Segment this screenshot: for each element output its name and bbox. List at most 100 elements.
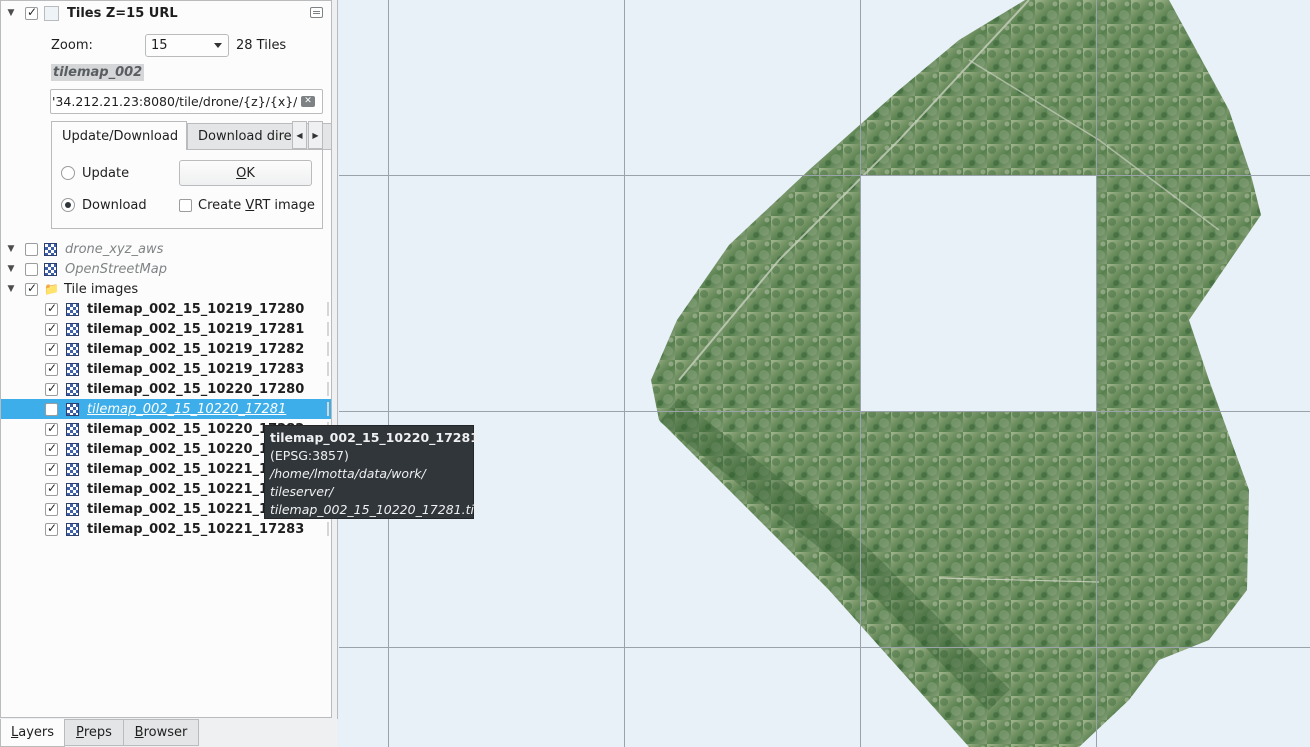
layer-openstreetmap[interactable]: ▼ OpenStreetMap: [5, 259, 167, 279]
raster-layer-icon: [66, 482, 79, 496]
tab-browser[interactable]: Browser: [123, 719, 199, 746]
layer-tooltip: tilemap_002_15_10220_17281 (EPSG:3857) /…: [264, 425, 479, 519]
scroll-marker: [327, 382, 329, 396]
download-radio-button[interactable]: [61, 198, 75, 212]
tooltip-crs: (EPSG:3857): [270, 448, 349, 463]
scroll-marker: [327, 322, 329, 336]
download-radio[interactable]: Download: [61, 195, 147, 215]
layer-label: OpenStreetMap: [65, 261, 167, 277]
tile-layer-item[interactable]: tilemap_002_15_10219_17280: [1, 299, 331, 319]
update-radio-button[interactable]: [61, 166, 75, 180]
tab-scroll-left-icon[interactable]: ◀: [292, 121, 307, 149]
ok-button-rest: K: [246, 165, 255, 181]
layer-visibility-checkbox[interactable]: [25, 262, 38, 276]
layer-visibility-checkbox[interactable]: [45, 361, 58, 376]
layer-name-badge: tilemap_002: [51, 64, 145, 81]
vrt-label-pre: Create: [198, 197, 246, 213]
group-tiles-url[interactable]: ▼ Tiles Z=15 URL: [5, 3, 178, 23]
map-canvas[interactable]: [339, 0, 1310, 747]
tile-layer-item[interactable]: tilemap_002_15_10219_17282: [1, 339, 331, 359]
scroll-marker: [327, 362, 329, 376]
tab-layers-mnemonic: L: [10, 725, 19, 740]
tooltip-path-2: tileserver/: [270, 484, 334, 499]
scroll-marker: [327, 402, 329, 416]
raster-layer-icon: [66, 302, 79, 316]
url-input[interactable]: '34.212.21.23:8080/tile/drone/{z}/{x}/{y…: [50, 89, 323, 114]
raster-layer-icon: [66, 462, 79, 476]
layer-label: tilemap_002_15_10219_17281: [87, 321, 305, 337]
grid-line: [388, 0, 389, 747]
ok-button[interactable]: OK: [179, 160, 312, 186]
tab-bar: Update/Download Download direc ◀ ▶: [51, 121, 331, 150]
raster-layer-icon: [66, 322, 79, 336]
layer-visibility-checkbox[interactable]: [45, 461, 58, 476]
ok-button-mnemonic: O: [236, 165, 247, 181]
missing-tile: [861, 176, 1096, 412]
expand-arrow-icon[interactable]: ▼: [5, 279, 17, 299]
tile-layer-item[interactable]: tilemap_002_15_10219_17283: [1, 359, 331, 379]
create-vrt-checkbox-box[interactable]: [179, 198, 192, 212]
layer-visibility-checkbox[interactable]: [45, 301, 58, 316]
layer-visibility-checkbox[interactable]: [45, 441, 58, 456]
zoom-select[interactable]: 15: [145, 34, 229, 57]
tab-download-direct-label: Download direc: [198, 129, 299, 144]
layer-visibility-checkbox[interactable]: [45, 521, 58, 536]
raster-layer-icon: [44, 242, 57, 256]
vrt-label-mnemonic: V: [245, 197, 255, 213]
grid-line: [339, 411, 1310, 412]
tooltip-path-1: /home/lmotta/data/work/: [270, 466, 426, 481]
group-tile-images[interactable]: ▼ 📁 Tile images: [5, 279, 139, 299]
download-radio-label: Download: [82, 197, 147, 213]
zoom-value: 15: [151, 38, 168, 53]
tab-scroll-right-icon[interactable]: ▶: [308, 121, 323, 149]
group-visibility-checkbox[interactable]: [25, 281, 38, 296]
tab-browser-mnemonic: B: [134, 725, 144, 740]
tile-layer-item[interactable]: tilemap_002_15_10220_17281: [1, 399, 331, 419]
update-radio[interactable]: Update: [61, 163, 129, 183]
tiles-count: 28 Tiles: [236, 38, 287, 53]
raster-layer-icon: [66, 502, 79, 516]
grid-line: [339, 175, 1310, 176]
layer-visibility-checkbox[interactable]: [45, 341, 58, 356]
layer-visibility-checkbox[interactable]: [45, 381, 58, 396]
indicator-icon[interactable]: [310, 7, 323, 18]
grid-line: [860, 0, 861, 747]
layer-visibility-checkbox[interactable]: [25, 242, 38, 256]
group-label: Tile images: [64, 281, 139, 297]
zoom-label: Zoom:: [51, 38, 93, 53]
layer-visibility-checkbox[interactable]: [45, 501, 58, 516]
layer-visibility-checkbox[interactable]: [45, 402, 58, 416]
dock-tabs: Layers Preps Browser: [0, 719, 338, 747]
raster-layer-icon: [66, 382, 79, 396]
url-value: '34.212.21.23:8080/tile/drone/{z}/{x}/{y…: [52, 94, 297, 109]
tile-layer-item[interactable]: tilemap_002_15_10221_17283: [1, 519, 331, 539]
expand-arrow-icon[interactable]: ▼: [5, 3, 17, 23]
raster-layer-icon: [44, 262, 57, 276]
tile-layer-item[interactable]: tilemap_002_15_10220_17280: [1, 379, 331, 399]
raster-layer-icon: [66, 522, 79, 536]
clear-icon[interactable]: ✕: [301, 96, 315, 107]
expand-arrow-icon[interactable]: ▼: [5, 259, 17, 279]
tab-update-download[interactable]: Update/Download: [51, 121, 187, 150]
expand-arrow-icon[interactable]: ▼: [5, 239, 17, 259]
layer-label: tilemap_002_15_10219_17280: [87, 301, 305, 317]
layer-label: tilemap_002_15_10220_17281: [87, 401, 287, 417]
update-radio-label: Update: [82, 165, 130, 181]
grid-line: [1096, 0, 1097, 747]
tile-layer-item[interactable]: tilemap_002_15_10219_17281: [1, 319, 331, 339]
vrt-label-post: RT image: [254, 197, 315, 213]
drone-mosaic: [651, 0, 1261, 747]
raster-layer-icon: [66, 402, 79, 416]
layer-label: tilemap_002_15_10221_17283: [87, 521, 305, 537]
tab-layers[interactable]: Layers: [0, 719, 65, 747]
chevron-down-icon: [214, 43, 222, 48]
layer-visibility-checkbox[interactable]: [45, 321, 58, 336]
layer-drone-xyz-aws[interactable]: ▼ drone_xyz_aws: [5, 239, 164, 259]
create-vrt-checkbox[interactable]: Create VRT image: [179, 195, 315, 215]
group-visibility-checkbox[interactable]: [25, 5, 38, 20]
tab-preps-rest: reps: [83, 725, 112, 740]
layer-visibility-checkbox[interactable]: [45, 421, 58, 436]
scroll-marker: [327, 522, 329, 536]
layer-visibility-checkbox[interactable]: [45, 481, 58, 496]
tab-preps[interactable]: Preps: [64, 719, 124, 746]
